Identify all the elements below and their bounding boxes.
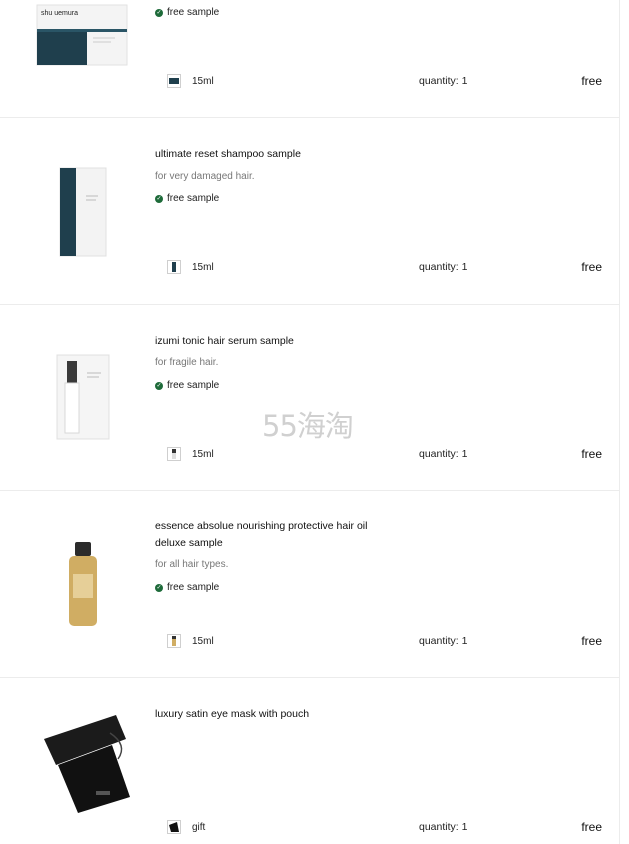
cart-item: luxury satin eye mask with pouch gift qu… — [0, 678, 619, 844]
product-thumbnail[interactable] — [30, 539, 135, 631]
free-sample-badge: ✓ free sample — [155, 380, 219, 391]
price-label: free — [581, 260, 602, 274]
free-sample-label: free sample — [167, 582, 220, 593]
quantity-label: quantity: 1 — [419, 75, 468, 87]
size-swatch-icon[interactable] — [167, 820, 181, 834]
free-sample-label: free sample — [167, 193, 220, 204]
size-label: 15ml — [192, 76, 214, 87]
product-thumbnail[interactable] — [38, 696, 138, 816]
cart-item: shu uemura ✓ free sample 15ml quantity: … — [0, 0, 619, 118]
quantity-label: quantity: 1 — [419, 261, 468, 273]
free-sample-badge: ✓ free sample — [155, 7, 219, 18]
product-title[interactable]: luxury satin eye mask with pouch — [155, 706, 395, 723]
oil-bottle-icon — [68, 542, 97, 626]
product-description: for all hair types. — [155, 559, 229, 570]
watermark-text: 55海淘 — [262, 409, 354, 443]
brand-text: shu uemura — [41, 10, 78, 17]
cart-item: essence absolue nourishing protective ha… — [0, 491, 619, 678]
quantity-label: quantity: 1 — [419, 448, 468, 460]
size-swatch-icon[interactable] — [167, 447, 181, 461]
size-label: 15ml — [192, 636, 214, 647]
price-label: free — [581, 447, 602, 461]
shampoo-sachet-icon — [59, 167, 106, 256]
price-label: free — [581, 820, 602, 834]
size-label: 15ml — [192, 449, 214, 460]
check-icon: ✓ — [155, 194, 163, 203]
product-thumbnail[interactable]: shu uemura — [30, 2, 135, 67]
serum-sachet-icon — [56, 354, 109, 439]
size-swatch-icon[interactable] — [167, 74, 181, 88]
product-thumbnail[interactable] — [30, 163, 135, 263]
size-label: 15ml — [192, 262, 214, 273]
size-swatch-icon[interactable] — [167, 260, 181, 274]
cart-item: izumi tonic hair serum sample for fragil… — [0, 305, 619, 491]
cart-item: ultimate reset shampoo sample for very d… — [0, 118, 619, 305]
shampoo-sachet-icon: shu uemura — [36, 4, 128, 66]
size-swatch-icon[interactable] — [167, 634, 181, 648]
size-label: gift — [192, 822, 206, 833]
quantity-label: quantity: 1 — [419, 821, 468, 833]
free-sample-badge: ✓ free sample — [155, 193, 219, 204]
free-sample-badge: ✓ free sample — [155, 582, 219, 593]
eye-mask-icon — [44, 714, 130, 813]
check-icon: ✓ — [155, 381, 163, 390]
check-icon: ✓ — [155, 8, 163, 17]
free-sample-label: free sample — [167, 7, 220, 18]
product-title[interactable]: izumi tonic hair serum sample — [155, 333, 395, 350]
product-thumbnail[interactable] — [30, 350, 135, 445]
product-title[interactable]: essence absolue nourishing protective ha… — [155, 518, 395, 552]
check-icon: ✓ — [155, 583, 163, 592]
price-label: free — [581, 634, 602, 648]
free-sample-label: free sample — [167, 380, 220, 391]
product-description: for very damaged hair. — [155, 171, 255, 182]
quantity-label: quantity: 1 — [419, 635, 468, 647]
product-title[interactable]: ultimate reset shampoo sample — [155, 146, 395, 163]
product-description: for fragile hair. — [155, 357, 219, 368]
price-label: free — [581, 74, 602, 88]
